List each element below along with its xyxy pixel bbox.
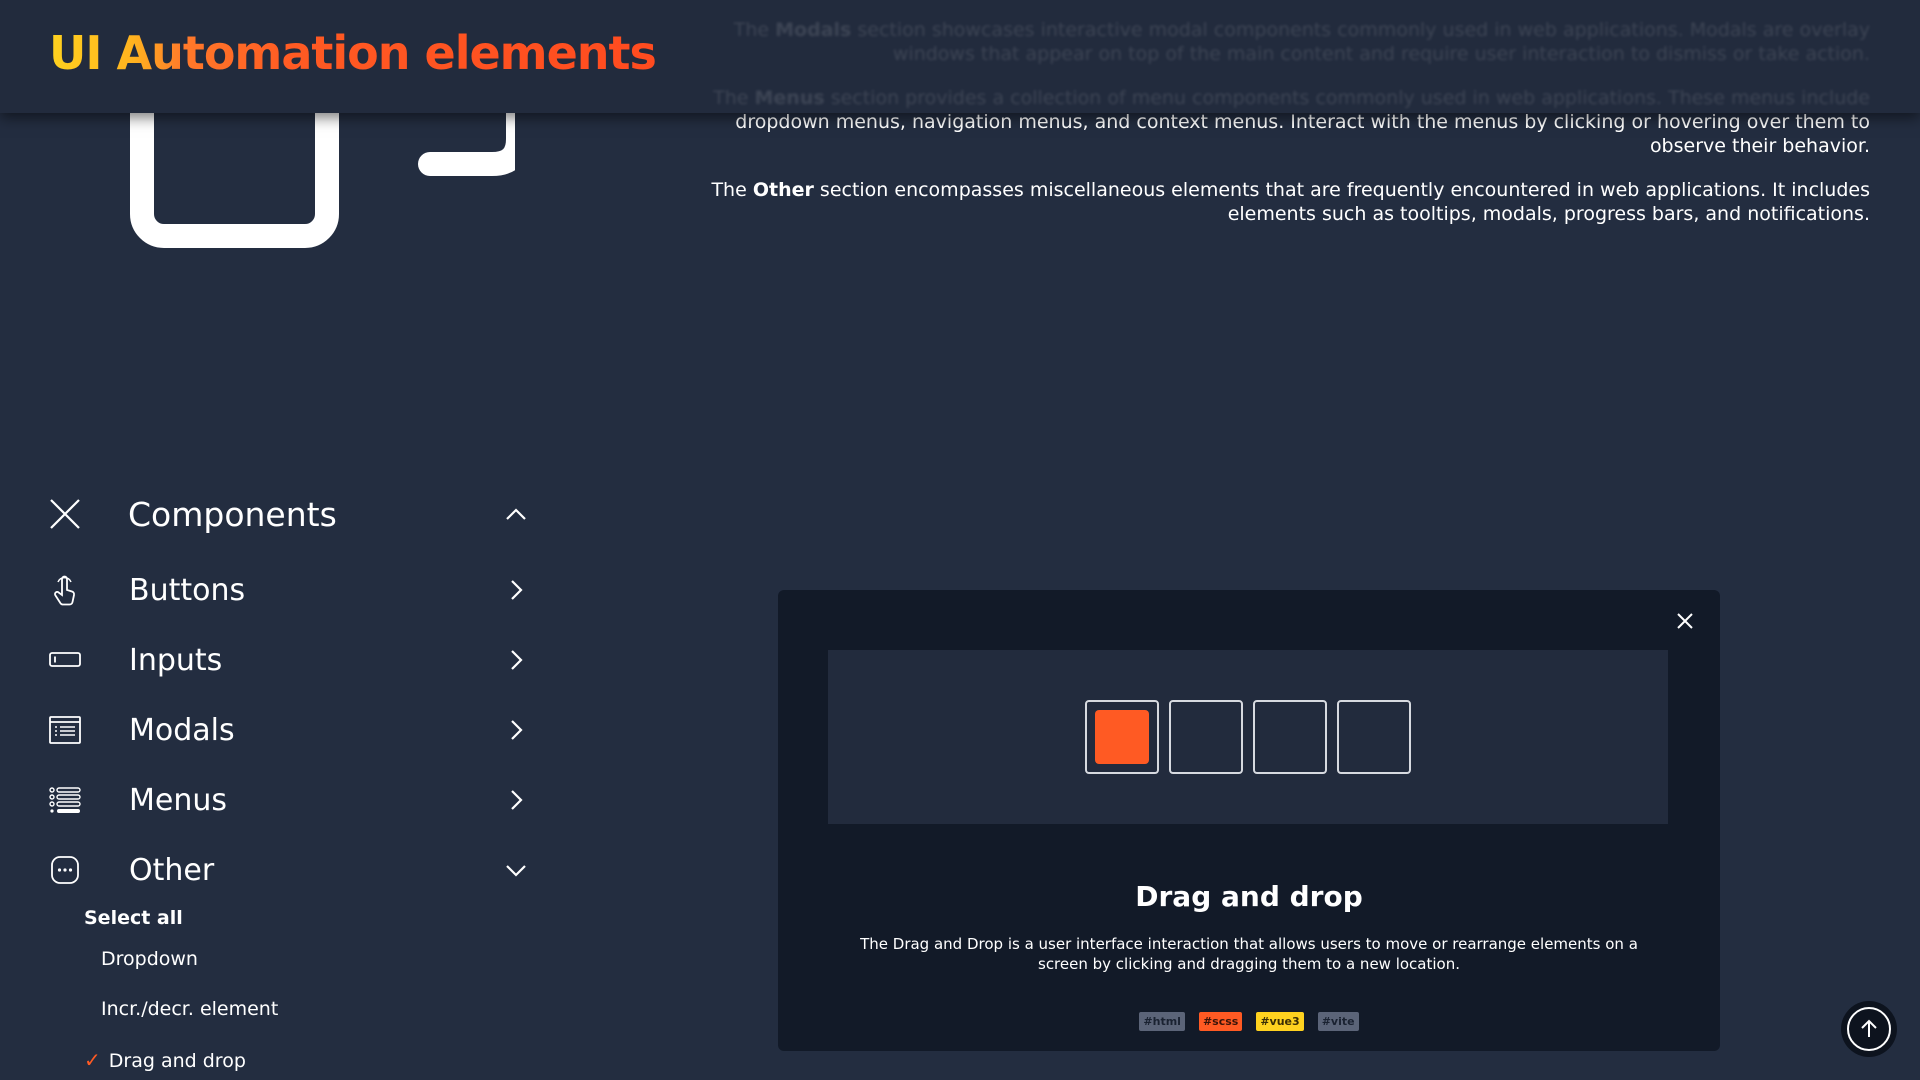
sub-item-dropdown[interactable]: Dropdown: [101, 948, 198, 970]
sidebar-item-label: Modals: [129, 712, 235, 748]
sub-item-drag-and-drop[interactable]: ✓ Drag and drop: [84, 1048, 246, 1072]
modals-description: The Modals section showcases interactive…: [733, 19, 1870, 65]
arrow-up-icon: [1861, 1019, 1877, 1037]
tag-scss: #scss: [1198, 1012, 1243, 1031]
chevron-right-icon[interactable]: [503, 647, 529, 673]
input-field-icon: [48, 643, 82, 677]
chevron-right-icon[interactable]: [503, 717, 529, 743]
drag-drop-area: [828, 650, 1668, 824]
other-description: The Other section encompasses miscellane…: [711, 179, 1870, 225]
sidebar-item-modals[interactable]: Modals: [0, 700, 540, 760]
scroll-to-top-button[interactable]: [1841, 1001, 1897, 1057]
sidebar-item-other[interactable]: Other: [0, 840, 540, 900]
page: UI Automation elements The Modals sectio…: [0, 0, 1920, 1080]
chevron-up-icon[interactable]: [503, 501, 529, 527]
menu-list-icon: [48, 783, 82, 817]
sidebar-item-label: Buttons: [129, 572, 246, 608]
drop-slot[interactable]: [1253, 700, 1327, 774]
close-icon[interactable]: [48, 497, 82, 531]
sidebar-item-label: Inputs: [129, 642, 223, 678]
modal-window-icon: [48, 713, 82, 747]
more-dots-icon: [48, 853, 82, 887]
sidebar-item-label: Menus: [129, 782, 227, 818]
tag-list: #html #scss #vue3 #vite: [778, 1012, 1720, 1031]
app-title[interactable]: UI Automation elements: [49, 26, 657, 80]
sub-item-incr-decr[interactable]: Incr./decr. element: [101, 998, 278, 1020]
select-all-option[interactable]: Select all: [84, 907, 183, 929]
draggable-square[interactable]: [1095, 710, 1149, 764]
hand-pointer-icon: [48, 573, 82, 607]
sidebar-item-buttons[interactable]: Buttons: [0, 560, 540, 620]
components-header[interactable]: Components: [0, 484, 540, 544]
tag-html: #html: [1139, 1012, 1185, 1031]
drop-slot[interactable]: [1337, 700, 1411, 774]
close-icon[interactable]: [1672, 608, 1698, 634]
sub-item-label: Drag and drop: [108, 1050, 246, 1072]
sidebar-item-label: Other: [129, 852, 215, 888]
sidebar-item-menus[interactable]: Menus: [0, 770, 540, 830]
tag-vite: #vite: [1317, 1012, 1359, 1031]
chevron-right-icon[interactable]: [503, 787, 529, 813]
chevron-down-icon[interactable]: [503, 857, 529, 883]
card-description: The Drag and Drop is a user interface in…: [860, 935, 1638, 973]
card-title: Drag and drop: [1135, 880, 1363, 913]
sidebar-item-inputs[interactable]: Inputs: [0, 630, 540, 690]
checkmark-icon: ✓: [84, 1048, 101, 1072]
tag-vue3: #vue3: [1256, 1012, 1304, 1031]
menus-description: The Menus section provides a collection …: [713, 87, 1870, 157]
components-label: Components: [128, 494, 337, 534]
drop-slot[interactable]: [1169, 700, 1243, 774]
drop-slot[interactable]: [1085, 700, 1159, 774]
drag-and-drop-card: Drag and drop The Drag and Drop is a use…: [778, 590, 1720, 1051]
chevron-right-icon[interactable]: [503, 577, 529, 603]
